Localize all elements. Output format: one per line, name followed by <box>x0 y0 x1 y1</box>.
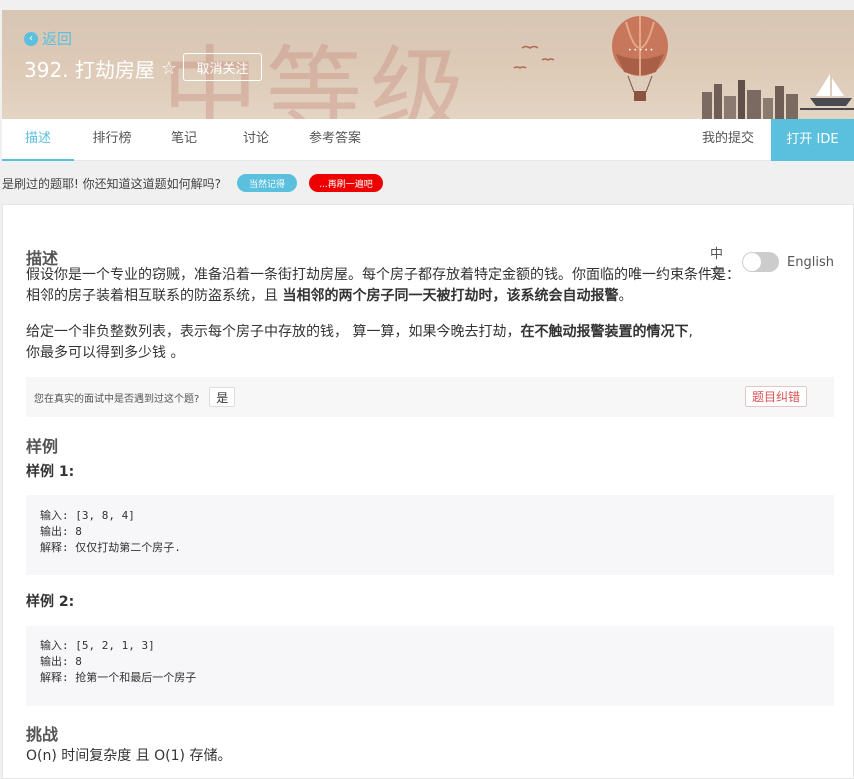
examples-heading: 样例 <box>26 437 59 456</box>
my-submissions-link[interactable]: 我的提交 <box>694 119 762 161</box>
description-text: 给定一个非负整数列表，表示每个房子中存放的钱， 算一算，如果今晚去打劫， <box>26 324 521 340</box>
challenge-heading: 挑战 <box>26 725 59 744</box>
tab-description[interactable]: 描述 <box>2 119 74 161</box>
description-line: 给定一个非负整数列表，表示每个房子中存放的钱， 算一算，如果今晚去打劫，在不触动… <box>26 322 693 343</box>
description-line: 你最多可以得到多少钱 。 <box>26 345 185 361</box>
problem-tabs: 描述 排行榜 笔记 讨论 参考答案 我的提交 打开 IDE <box>2 119 854 161</box>
tab-discussion[interactable]: 讨论 <box>230 119 282 161</box>
problem-title: 392. 打劫房屋 ☆ <box>24 54 177 83</box>
tab-notes[interactable]: 笔记 <box>158 119 210 161</box>
problem-title-text: 392. 打劫房屋 <box>24 58 155 82</box>
interview-question: 您在真实的面试中是否遇到过这个题? <box>34 393 200 405</box>
description-text: 相邻的房子装着相互联系的防盗系统，且 <box>26 288 283 304</box>
description-paragraph-2: 给定一个非负整数列表，表示每个房子中存放的钱， 算一算，如果今晚去打劫，在不触动… <box>26 322 693 364</box>
problem-card: 描述 中文 English 假设你是一个专业的窃贼，准备沿着一条街打劫房屋。每个… <box>2 204 854 779</box>
code-line: 输入: [3, 8, 4] <box>40 509 135 522</box>
example-1-title: 样例 1: <box>26 464 75 480</box>
code-line: 输出: 8 <box>40 525 82 538</box>
birds-illustration <box>513 45 555 69</box>
tab-leaderboard[interactable]: 排行榜 <box>82 119 142 161</box>
example-2-code: 输入: [5, 2, 1, 3] 输出: 8 解释: 抢第一个和最后一个房子 <box>26 626 834 706</box>
yes-button[interactable]: 是 <box>209 387 236 407</box>
description-line: 假设你是一个专业的窃贼，准备沿着一条街打劫房屋。每个房子都存放着特定金额的钱。你… <box>26 267 740 283</box>
recall-prompt: 是刷过的题耶! 你还知道这道题如何解吗? 当然记得 ...再刷一遍吧 <box>2 168 383 198</box>
example-1-code: 输入: [3, 8, 4] 输出: 8 解释: 仅仅打劫第二个房子. <box>26 495 834 575</box>
code-line: 解释: 抢第一个和最后一个房子 <box>40 671 197 684</box>
problem-banner: 中等级 • • • • • ‹ 返回 392. 打劫房屋 ☆ 取消关注 <box>2 10 854 119</box>
tab-reference-answer[interactable]: 参考答案 <box>300 119 370 161</box>
svg-text:• • • • •: • • • • • <box>628 47 653 54</box>
star-icon[interactable]: ☆ <box>161 58 177 79</box>
back-label: 返回 <box>42 30 73 48</box>
example-2-title: 样例 2: <box>26 594 75 610</box>
back-link[interactable]: ‹ 返回 <box>24 28 72 49</box>
hot-air-balloon-icon: • • • • • <box>612 16 668 101</box>
description-emphasis: 当相邻的两个房子同一天被打劫时，该系统会自动报警 <box>282 288 619 304</box>
description-emphasis: 在不触动报警装置的情况下 <box>520 324 689 340</box>
report-error-button[interactable]: 题目纠错 <box>744 386 807 407</box>
open-ide-button[interactable]: 打开 IDE <box>771 119 854 161</box>
remember-button[interactable]: 当然记得 <box>237 174 297 192</box>
redo-button[interactable]: ...再刷一遍吧 <box>309 174 383 192</box>
language-toggle[interactable] <box>742 252 780 272</box>
description-text: , <box>688 324 693 340</box>
description-paragraph-1: 假设你是一个专业的窃贼，准备沿着一条街打劫房屋。每个房子都存放着特定金额的钱。你… <box>26 265 740 307</box>
description-text: 。 <box>618 288 633 304</box>
code-line: 解释: 仅仅打劫第二个房子. <box>40 541 181 554</box>
toggle-knob <box>743 253 762 271</box>
recall-question: 是刷过的题耶! 你还知道这道题如何解吗? <box>2 176 221 191</box>
challenge-text: O(n) 时间复杂度 且 O(1) 存储。 <box>26 748 232 764</box>
city-skyline-illustration <box>702 74 854 119</box>
lang-english-label: English <box>787 254 834 270</box>
unfollow-button[interactable]: 取消关注 <box>183 53 262 81</box>
code-line: 输出: 8 <box>40 655 82 668</box>
chevron-left-icon: ‹ <box>24 31 38 46</box>
description-line: 相邻的房子装着相互联系的防盗系统，且 当相邻的两个房子同一天被打劫时，该系统会自… <box>26 286 740 307</box>
interview-question-box: 您在真实的面试中是否遇到过这个题? 是 题目纠错 <box>26 377 834 417</box>
code-line: 输入: [5, 2, 1, 3] <box>40 639 155 652</box>
